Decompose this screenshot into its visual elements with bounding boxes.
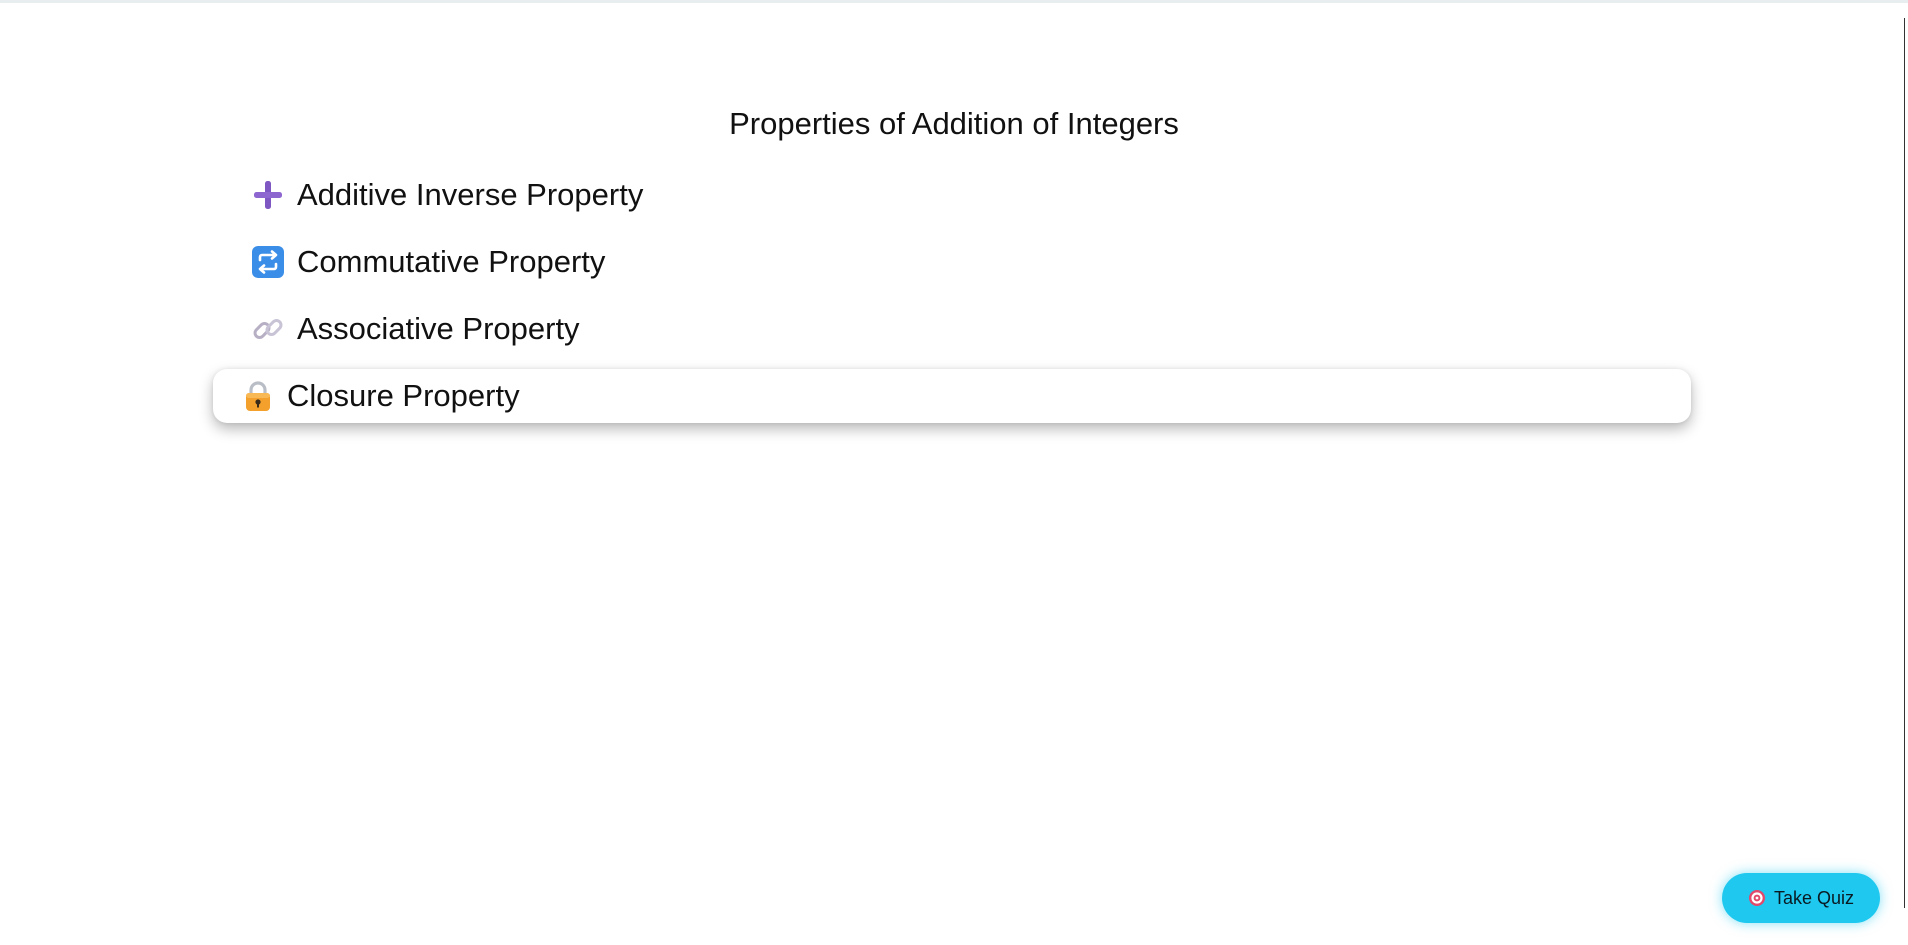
property-label: Additive Inverse Property: [297, 177, 644, 212]
property-item-closure[interactable]: Closure Property: [213, 369, 1691, 423]
take-quiz-button[interactable]: Take Quiz: [1722, 873, 1880, 923]
property-item-associative[interactable]: Associative Property: [213, 302, 1691, 356]
property-label: Commutative Property: [297, 244, 606, 279]
repeat-icon: [251, 245, 285, 279]
property-item-additive-inverse[interactable]: Additive Inverse Property: [213, 168, 1691, 222]
target-icon: [1748, 889, 1766, 907]
link-icon: [251, 312, 285, 346]
take-quiz-label: Take Quiz: [1773, 887, 1855, 908]
top-divider: [0, 0, 1908, 3]
property-item-commutative[interactable]: Commutative Property: [213, 235, 1691, 289]
page-title: Properties of Addition of Integers: [729, 106, 1179, 141]
properties-list: Additive Inverse Property Commutative Pr…: [213, 168, 1691, 436]
plus-icon: [251, 178, 285, 212]
property-label: Closure Property: [287, 378, 520, 413]
lock-icon: [241, 379, 275, 413]
scrollbar-edge: [1904, 18, 1905, 908]
property-label: Associative Property: [297, 311, 580, 346]
